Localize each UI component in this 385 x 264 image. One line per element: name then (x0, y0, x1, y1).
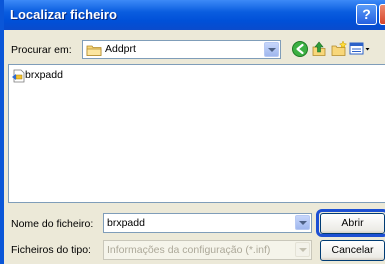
filename-input[interactable]: brxpadd (103, 213, 312, 233)
chevron-down-icon[interactable] (295, 242, 310, 257)
new-folder-icon[interactable] (329, 39, 349, 59)
file-name: brxpadd (25, 69, 63, 81)
open-button[interactable]: Abrir (320, 213, 385, 234)
filename-value: brxpadd (107, 217, 145, 229)
lookin-dropdown[interactable]: Addprt (82, 40, 281, 59)
back-icon[interactable] (290, 39, 310, 59)
open-file-dialog: Localizar ficheiro ? ✕ Procurar em: Addp… (0, 0, 385, 264)
filetype-label: Ficheiros do tipo: (11, 244, 91, 256)
file-list[interactable]: brxpadd (8, 64, 385, 203)
view-menu-icon[interactable] (348, 39, 372, 59)
lookin-value: Addprt (105, 43, 136, 55)
cancel-button[interactable]: Cancelar (320, 240, 385, 261)
help-button[interactable]: ? (356, 4, 377, 25)
chevron-down-icon[interactable] (264, 42, 279, 57)
filetype-value: Informações da configuração (*.inf) (107, 244, 271, 256)
filetype-select[interactable]: Informações da configuração (*.inf) (103, 240, 312, 260)
chevron-down-icon[interactable] (295, 215, 310, 230)
folder-icon (86, 45, 102, 56)
title-bar[interactable]: Localizar ficheiro ? ✕ (4, 0, 385, 30)
window-title: Localizar ficheiro (10, 7, 117, 22)
lookin-label: Procurar em: (11, 44, 72, 56)
close-button[interactable]: ✕ (379, 4, 385, 25)
up-folder-icon[interactable] (309, 39, 329, 59)
filename-label: Nome do ficheiro: (11, 218, 94, 230)
